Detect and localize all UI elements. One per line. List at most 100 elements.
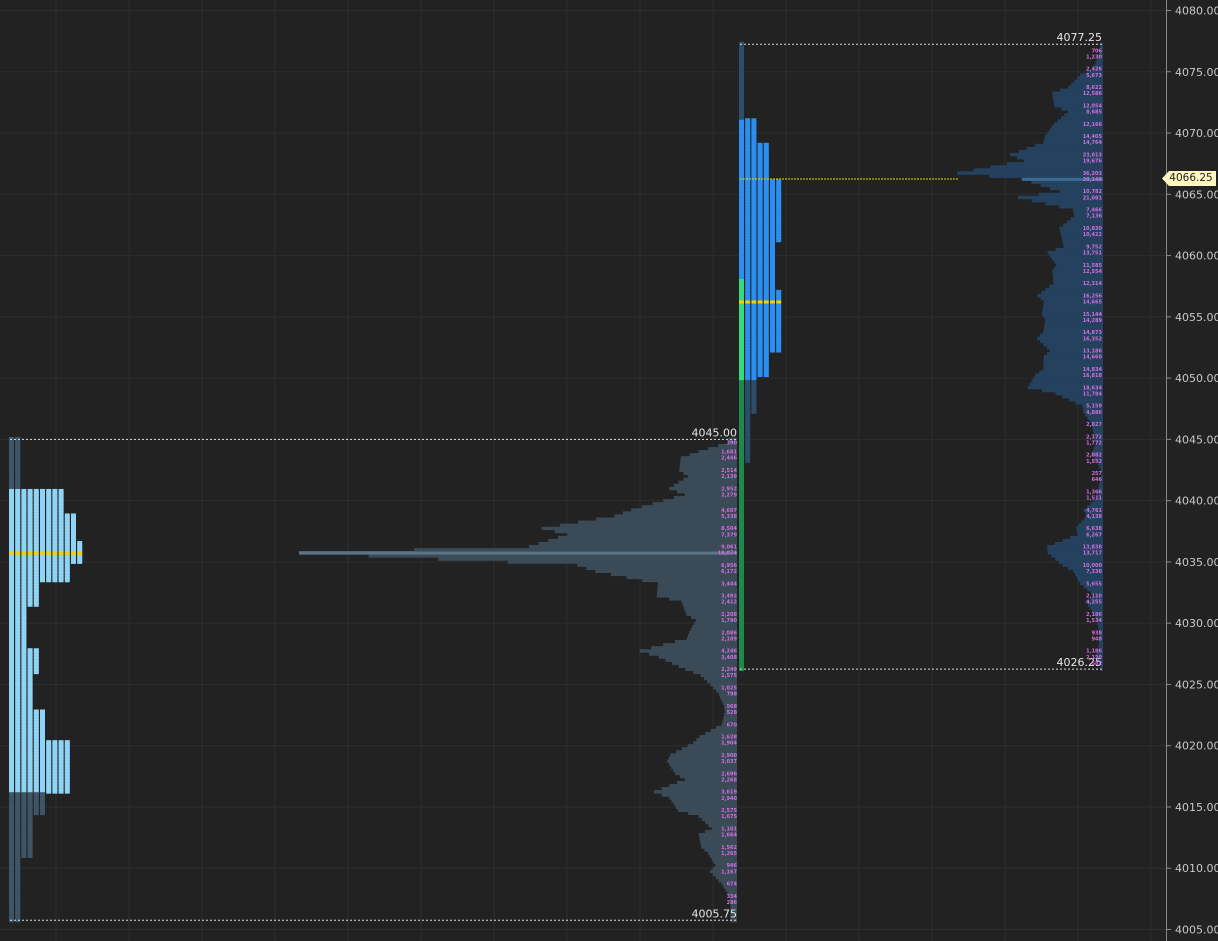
volume-bar bbox=[721, 698, 737, 702]
volume-bar bbox=[541, 526, 737, 531]
volume-bar bbox=[1031, 379, 1103, 384]
volume-bar bbox=[1042, 306, 1103, 310]
axis-tick-label: 4060.00 bbox=[1175, 250, 1218, 263]
volume-label: 8,622 bbox=[1086, 85, 1102, 91]
tpo-block bbox=[52, 541, 58, 546]
volume-bar bbox=[596, 517, 737, 521]
volume-label: 7,338 bbox=[1086, 569, 1102, 575]
volume-bar bbox=[299, 551, 737, 555]
volume-bar bbox=[1043, 361, 1103, 365]
volume-bar bbox=[678, 480, 737, 485]
volume-label: 2,412 bbox=[721, 600, 737, 606]
volume-bar bbox=[681, 747, 737, 751]
volume-bar bbox=[413, 548, 737, 552]
volume-bar bbox=[1074, 79, 1103, 83]
tpo-block bbox=[9, 580, 14, 586]
volume-label: 257 bbox=[1092, 471, 1103, 477]
volume-label: 10,782 bbox=[1083, 189, 1103, 195]
volume-bar bbox=[1099, 465, 1103, 469]
tpo-block bbox=[40, 562, 45, 567]
tpo-block bbox=[21, 648, 27, 653]
volume-label: 938 bbox=[1092, 630, 1103, 636]
chart-background bbox=[0, 0, 1218, 941]
volume-bar bbox=[626, 575, 737, 580]
volume-label: 14,289 bbox=[1083, 318, 1103, 324]
volume-label: 14,660 bbox=[1083, 355, 1103, 361]
volume-bar bbox=[622, 511, 737, 515]
volume-label: 2,882 bbox=[1086, 453, 1102, 459]
market-profile-chart[interactable]: 4045.004005.754077.254026.25 3901,6812,4… bbox=[0, 0, 1218, 941]
volume-bar bbox=[1098, 643, 1103, 647]
tpo-block bbox=[27, 709, 33, 715]
volume-bar bbox=[1044, 324, 1103, 328]
volume-bar bbox=[657, 587, 737, 592]
volume-label: 5,655 bbox=[1086, 581, 1102, 587]
axis-tick-label: 4020.00 bbox=[1175, 740, 1218, 753]
tpo-block bbox=[64, 562, 70, 567]
volume-label: 1,101 bbox=[721, 826, 737, 832]
volume-label: 2,426 bbox=[1086, 67, 1102, 73]
volume-label: 10,830 bbox=[1083, 226, 1103, 232]
tpo-block bbox=[33, 513, 39, 518]
tpo-block bbox=[21, 792, 27, 797]
volume-label: 568 bbox=[727, 704, 738, 710]
tpo-block bbox=[46, 740, 52, 745]
volume-bar bbox=[710, 728, 737, 733]
volume-bar bbox=[559, 523, 737, 528]
volume-bar bbox=[1087, 416, 1103, 420]
tpo-block bbox=[40, 740, 45, 745]
tpo-block bbox=[751, 118, 757, 123]
tpo-block bbox=[15, 813, 21, 819]
volume-bar bbox=[1045, 201, 1103, 206]
volume-label: 1,552 bbox=[1086, 459, 1102, 465]
volume-bar bbox=[1090, 606, 1103, 610]
tpo-block bbox=[40, 709, 45, 715]
volume-bar bbox=[614, 514, 737, 518]
tpo-block bbox=[757, 142, 763, 148]
volume-label: 8,504 bbox=[721, 526, 737, 532]
volume-label: 2,827 bbox=[1086, 422, 1102, 428]
volume-label: 1,534 bbox=[1086, 618, 1102, 624]
volume-labels-right: 7061,230 2,4265,673 8,62212,586 12,0548,685… bbox=[1083, 48, 1103, 667]
tpo-block bbox=[776, 179, 782, 185]
tpo-block bbox=[15, 605, 21, 610]
tpo-block bbox=[15, 541, 21, 546]
tpo-block bbox=[9, 740, 14, 745]
tpo-block bbox=[15, 672, 21, 678]
tpo-block bbox=[58, 513, 64, 518]
volume-label: 4,886 bbox=[1086, 410, 1102, 416]
tpo-block bbox=[52, 488, 58, 494]
tpo-block bbox=[33, 541, 39, 546]
volume-label: 13,751 bbox=[1083, 251, 1103, 257]
tpo-block bbox=[40, 541, 45, 546]
tpo-block bbox=[46, 541, 52, 546]
tpo-block bbox=[46, 513, 52, 518]
tpo-block bbox=[21, 541, 27, 546]
tpo-block bbox=[40, 792, 45, 797]
volume-label: 20,148 bbox=[1083, 177, 1103, 183]
volume-label: 1,167 bbox=[721, 869, 737, 875]
volume-label: 12,586 bbox=[1083, 91, 1103, 97]
volume-label: 798 bbox=[727, 692, 738, 698]
volume-label: 2,940 bbox=[721, 796, 737, 802]
tpo-block bbox=[21, 672, 27, 678]
volume-bar bbox=[663, 643, 737, 647]
tpo-block bbox=[21, 488, 27, 494]
axis-tick-label: 4080.00 bbox=[1175, 5, 1218, 18]
volume-label: 11,784 bbox=[1083, 391, 1103, 397]
axis-tick-label: 4030.00 bbox=[1175, 617, 1218, 630]
tpo-block bbox=[770, 179, 775, 185]
volume-label: 14,764 bbox=[1083, 140, 1103, 146]
axis-tick-label: 4050.00 bbox=[1175, 372, 1218, 385]
tpo-block bbox=[21, 740, 27, 745]
tpo-block bbox=[27, 648, 33, 653]
volume-bar bbox=[1026, 146, 1103, 151]
volume-label: 15,144 bbox=[1083, 312, 1103, 318]
volume-bar bbox=[368, 554, 737, 558]
volume-label: 3,492 bbox=[721, 594, 737, 600]
volume-label: 7,136 bbox=[1086, 214, 1102, 220]
volume-label: 946 bbox=[727, 863, 738, 869]
volume-label: 948 bbox=[1092, 636, 1103, 642]
tpo-block bbox=[52, 740, 58, 745]
tpo-block bbox=[15, 856, 21, 862]
